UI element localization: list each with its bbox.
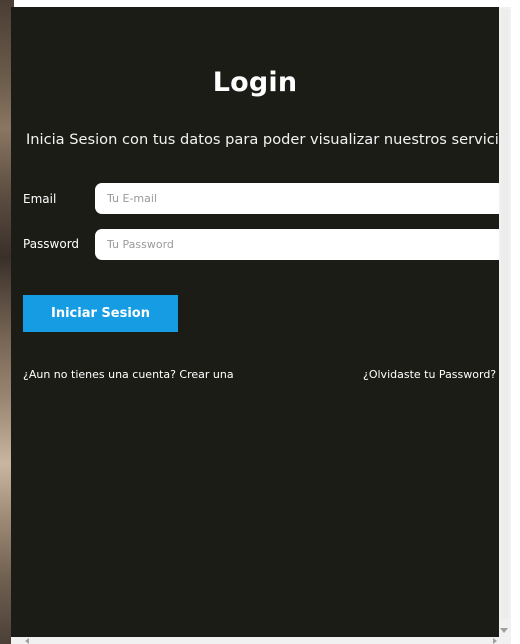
password-label: Password xyxy=(23,237,80,251)
email-field[interactable] xyxy=(105,191,499,206)
outer-page-strip xyxy=(511,0,520,644)
vertical-scrollbar-thumb[interactable] xyxy=(501,9,509,619)
signup-link[interactable]: ¿Aun no tienes una cuenta? Crear una xyxy=(23,368,234,381)
chevron-right-icon[interactable] xyxy=(493,638,497,644)
email-label: Email xyxy=(23,192,57,206)
chevron-left-icon[interactable] xyxy=(25,638,29,644)
browser-viewport: Login Inicia Sesion con tus datos para p… xyxy=(0,0,520,644)
login-panel: Login Inicia Sesion con tus datos para p… xyxy=(11,7,499,637)
email-field-wrapper[interactable] xyxy=(95,183,499,214)
horizontal-scrollbar[interactable] xyxy=(11,637,511,644)
chevron-down-icon[interactable] xyxy=(500,628,508,633)
page-title: Login xyxy=(212,67,298,98)
password-field[interactable] xyxy=(105,237,499,252)
password-field-wrapper[interactable] xyxy=(95,229,499,260)
forgot-password-link[interactable]: ¿Olvidaste tu Password? xyxy=(363,368,496,381)
page-subtitle: Inicia Sesion con tus datos para poder v… xyxy=(26,131,499,148)
vertical-scrollbar[interactable] xyxy=(499,7,511,637)
login-button[interactable]: Iniciar Sesion xyxy=(23,295,178,332)
